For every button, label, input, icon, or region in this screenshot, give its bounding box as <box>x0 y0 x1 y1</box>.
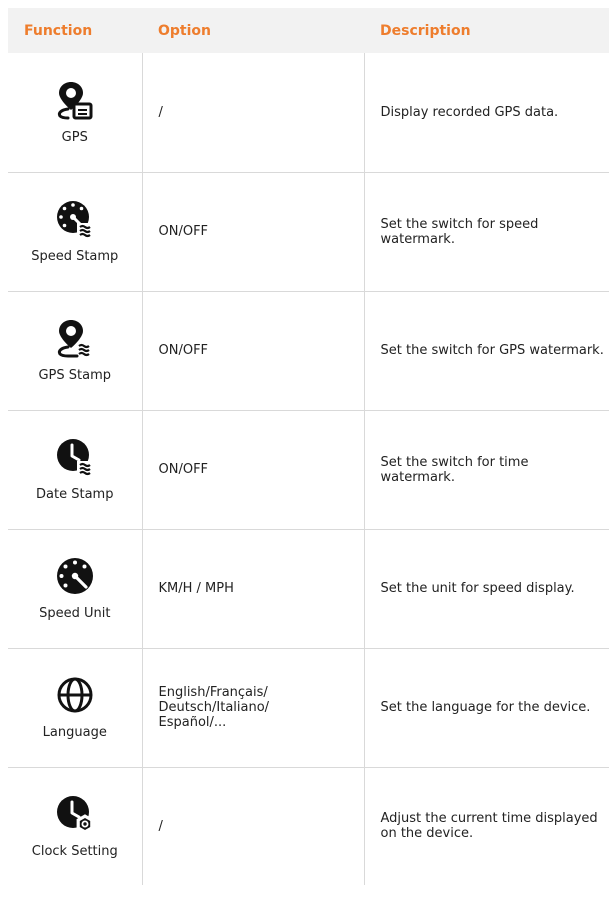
date-stamp-icon <box>56 439 94 476</box>
description-cell: Adjust the current time displayed on the… <box>380 811 598 842</box>
option-cell: / <box>142 53 365 173</box>
option-cell: KM/H / MPH <box>142 529 365 649</box>
function-label: GPS <box>61 129 88 145</box>
function-cell: GPS <box>8 53 143 173</box>
speed-stamp-icon <box>56 201 94 238</box>
table-header-row: Function Option Description <box>8 8 609 53</box>
speedometer-icon <box>56 558 93 594</box>
table-row: GPS / Display recorded GPS data. <box>8 53 609 173</box>
function-cell: Date Stamp <box>8 410 143 530</box>
option-cell: / <box>142 767 365 885</box>
function-cell: Language <box>8 648 143 768</box>
function-cell: Speed Stamp <box>8 172 143 292</box>
globe-icon <box>57 677 93 713</box>
function-label: Speed Unit <box>39 606 111 621</box>
function-table: Function Option Description GPS / Displa… <box>8 8 609 885</box>
description-cell: Set the switch for speed watermark. <box>364 172 609 292</box>
function-cell: Speed Unit <box>8 529 143 649</box>
table-row: Speed Stamp ON/OFF Set the switch for sp… <box>8 172 609 292</box>
option-cell: ON/OFF <box>142 172 365 292</box>
header-function: Function <box>24 22 93 39</box>
table-row: GPS Stamp ON/OFF Set the switch for GPS … <box>8 291 609 411</box>
function-label: Clock Setting <box>31 843 118 859</box>
table-row: Date Stamp ON/OFF Set the switch for tim… <box>8 410 609 530</box>
table-row: Language English/Français/ Deutsch/Itali… <box>8 648 609 768</box>
gps-stamp-icon <box>57 320 90 358</box>
function-cell: Clock Setting <box>8 767 143 885</box>
function-label: GPS Stamp <box>38 368 112 383</box>
function-label: Speed Stamp <box>31 249 119 264</box>
description-cell: Display recorded GPS data. <box>364 53 609 173</box>
description-cell: Set the unit for speed display. <box>364 529 609 649</box>
function-cell: GPS Stamp <box>8 291 143 411</box>
table-row: Clock Setting / Adjust the current time … <box>8 767 609 885</box>
option-cell: ON/OFF <box>142 410 365 530</box>
option-cell: ON/OFF <box>142 291 365 411</box>
function-label: Language <box>42 725 107 740</box>
description-cell: Set the switch for GPS watermark. <box>364 291 609 411</box>
description-cell: Set the switch for time watermark. <box>364 410 609 530</box>
description-cell: Set the language for the device. <box>364 648 609 768</box>
header-description: Description <box>380 22 471 39</box>
header-option: Option <box>158 22 211 39</box>
function-label: Date Stamp <box>36 487 114 502</box>
table-row: Speed Unit KM/H / MPH Set the unit for s… <box>8 529 609 649</box>
clock-settings-icon <box>56 795 94 834</box>
function-table-page: Function Option Description GPS / Displa… <box>8 8 609 909</box>
option-cell: English/Français/ Deutsch/Italiano/ Espa… <box>142 648 365 768</box>
gps-data-icon <box>57 81 93 120</box>
